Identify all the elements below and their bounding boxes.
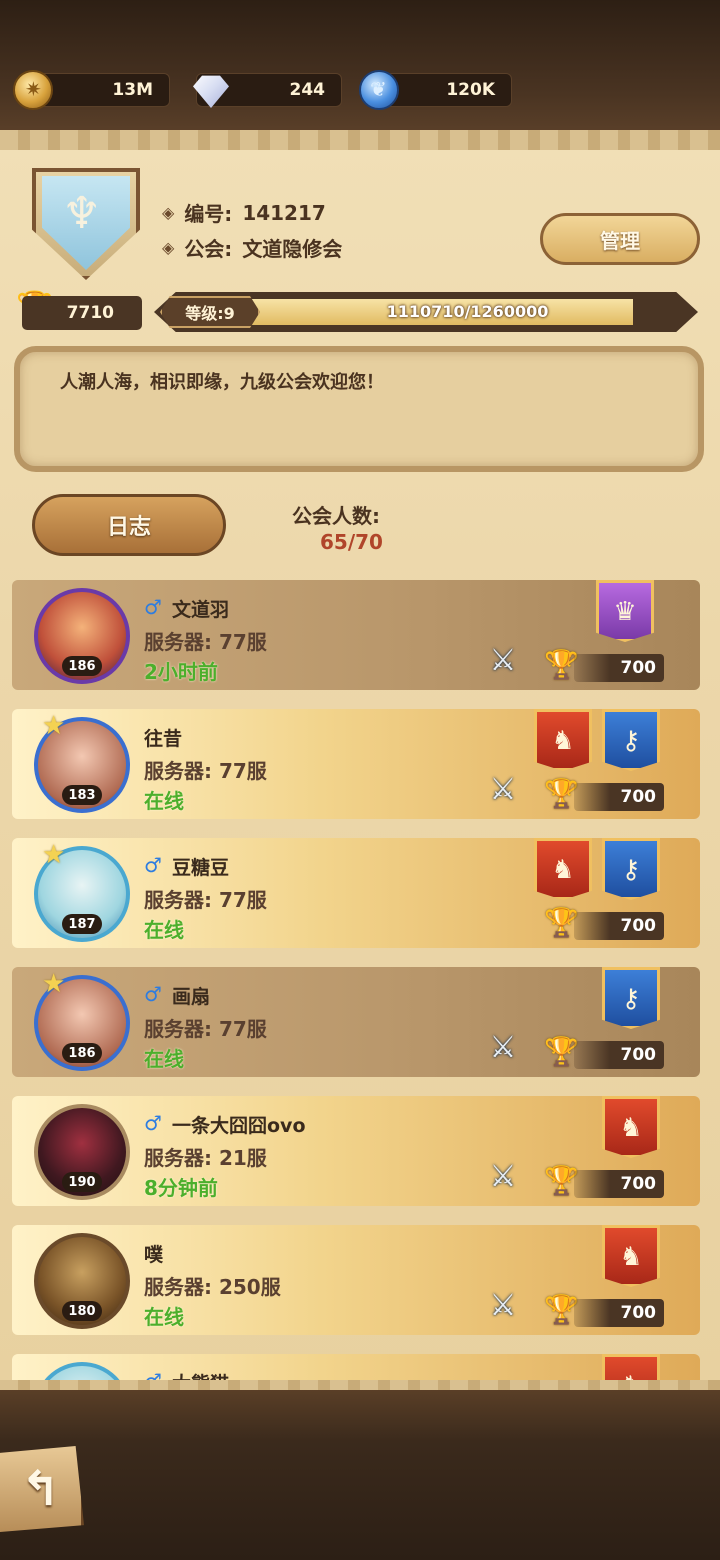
diamond-icon — [193, 75, 229, 108]
guild-trophies: 7710 — [22, 296, 142, 330]
top-resource-bar — [0, 0, 720, 135]
member-count-value: 65/70 — [320, 530, 383, 554]
member-card[interactable]: ★ 183 往昔 服务器: 77服 在线 ♞ ⚷ ⚔ 🏆 700 — [12, 709, 700, 819]
trident-icon: ♆ — [62, 188, 102, 239]
member-name: 大熊猫 — [172, 1369, 229, 1380]
member-level: 186 — [62, 656, 102, 676]
log-button[interactable]: 日志 — [32, 494, 226, 556]
member-name: 噗 — [144, 1244, 164, 1266]
member-score: 700 — [574, 1299, 664, 1327]
guild-id-value: 141217 — [242, 200, 326, 225]
diamond-counter[interactable]: 244 — [193, 73, 342, 108]
guild-name-row: ◈ 公会: 文道隐修会 — [162, 233, 342, 262]
male-icon: ♂ — [144, 853, 162, 877]
male-icon: ♂ — [144, 1369, 162, 1380]
blue-rune-icon — [359, 70, 399, 110]
member-status: 在线 — [144, 1305, 184, 1329]
member-status: 2小时前 — [144, 660, 218, 684]
member-card[interactable]: ♂ 大熊猫 ♞ — [12, 1354, 700, 1380]
diamond-value: 244 — [289, 80, 326, 100]
member-score: 700 — [574, 1170, 664, 1198]
crossed-swords-icon[interactable]: ⚔ — [482, 640, 524, 682]
member-server: 服务器: 77服 — [144, 1017, 267, 1041]
star-icon: ★ — [42, 840, 66, 870]
guild-notice-text: 人潮人海，相识即缘，九级公会欢迎您！ — [60, 372, 384, 393]
diamond-bullet-icon: ◈ — [162, 203, 175, 222]
male-icon: ♂ — [144, 595, 162, 619]
male-icon: ♂ — [144, 1111, 162, 1135]
rune-counter[interactable]: 120K — [359, 70, 512, 110]
member-card[interactable]: 186 ♂ 文道羽 服务器: 77服 2小时前 ♛ ⚔ 🏆 700 — [12, 580, 700, 690]
crossed-swords-icon[interactable]: ⚔ — [482, 1156, 524, 1198]
member-level: 187 — [62, 914, 102, 934]
member-level: 186 — [62, 1043, 102, 1063]
guild-xp-text: 1110710/1260000 — [386, 302, 549, 321]
member-server: 服务器: 77服 — [144, 888, 267, 912]
torn-edge-top — [0, 130, 720, 150]
gold-value: 13M — [112, 80, 153, 100]
crossed-swords-icon[interactable]: ⚔ — [482, 1027, 524, 1069]
red-helm-banner-icon: ♞ — [602, 1354, 660, 1380]
star-icon: ★ — [42, 711, 66, 741]
member-card[interactable]: ★ 186 ♂ 画扇 服务器: 77服 在线 ⚷ ⚔ 🏆 700 — [12, 967, 700, 1077]
diamond-bullet-icon: ◈ — [162, 238, 175, 257]
male-icon: ♂ — [144, 982, 162, 1006]
member-score: 700 — [574, 1041, 664, 1069]
member-level: 190 — [62, 1172, 102, 1192]
guild-name-value: 文道隐修会 — [242, 237, 343, 261]
member-name: 豆糖豆 — [172, 857, 230, 879]
member-status: 在线 — [144, 1047, 184, 1071]
red-helm-banner-icon: ♞ — [534, 709, 592, 771]
partial-avatar-icon — [34, 1362, 130, 1380]
red-helm-banner-icon: ♞ — [602, 1225, 660, 1287]
member-status: 8分钟前 — [144, 1176, 218, 1200]
rune-value: 120K — [446, 80, 495, 100]
gold-counter[interactable]: 13M — [13, 70, 170, 110]
guild-name-label: 公会: — [184, 237, 233, 261]
member-status: 在线 — [144, 789, 184, 813]
member-status: 在线 — [144, 918, 184, 942]
member-card[interactable]: ★ 187 ♂ 豆糖豆 服务器: 77服 在线 ♞ ⚷ 🏆 700 — [12, 838, 700, 948]
member-score: 700 — [574, 783, 664, 811]
blue-key-banner-icon: ⚷ — [602, 967, 660, 1029]
member-score: 700 — [574, 654, 664, 682]
guild-level-tag: 等级:9 — [160, 296, 260, 328]
member-name: 往昔 — [144, 728, 183, 750]
member-level: 180 — [62, 1301, 102, 1321]
guild-id-row: ◈ 编号: 141217 — [162, 198, 326, 227]
member-name: 文道羽 — [172, 599, 230, 621]
gold-coin-icon — [13, 70, 53, 110]
member-name: 一条大囧囧ovo — [172, 1115, 306, 1137]
guild-notice-box[interactable]: 人潮人海，相识即缘，九级公会欢迎您！ — [14, 346, 704, 472]
back-button[interactable]: ↰ — [0, 1446, 84, 1532]
star-icon: ★ — [42, 969, 66, 999]
red-helm-banner-icon: ♞ — [534, 838, 592, 900]
crossed-swords-icon[interactable]: ⚔ — [482, 1285, 524, 1327]
member-count-label: 公会人数: — [292, 504, 380, 528]
member-list[interactable]: 186 ♂ 文道羽 服务器: 77服 2小时前 ♛ ⚔ 🏆 700 ★ 183 … — [12, 580, 702, 1380]
member-card[interactable]: 190 ♂ 一条大囧囧ovo 服务器: 21服 8分钟前 ♞ ⚔ 🏆 700 — [12, 1096, 700, 1206]
member-name: 画扇 — [172, 986, 211, 1008]
member-server: 服务器: 250服 — [144, 1275, 281, 1299]
guild-id-label: 编号: — [184, 202, 233, 226]
member-level: 183 — [62, 785, 102, 805]
blue-key-banner-icon: ⚷ — [602, 709, 660, 771]
crown-banner-icon: ♛ — [596, 580, 654, 642]
member-server: 服务器: 77服 — [144, 759, 267, 783]
manage-button[interactable]: 管理 — [540, 213, 700, 265]
red-helm-banner-icon: ♞ — [602, 1096, 660, 1158]
member-server: 服务器: 21服 — [144, 1146, 267, 1170]
bottom-bar — [0, 1390, 720, 1560]
member-score: 700 — [574, 912, 664, 940]
blue-key-banner-icon: ⚷ — [602, 838, 660, 900]
member-server: 服务器: 77服 — [144, 630, 267, 654]
member-card[interactable]: 180 噗 服务器: 250服 在线 ♞ ⚔ 🏆 700 — [12, 1225, 700, 1335]
crossed-swords-icon[interactable]: ⚔ — [482, 769, 524, 811]
